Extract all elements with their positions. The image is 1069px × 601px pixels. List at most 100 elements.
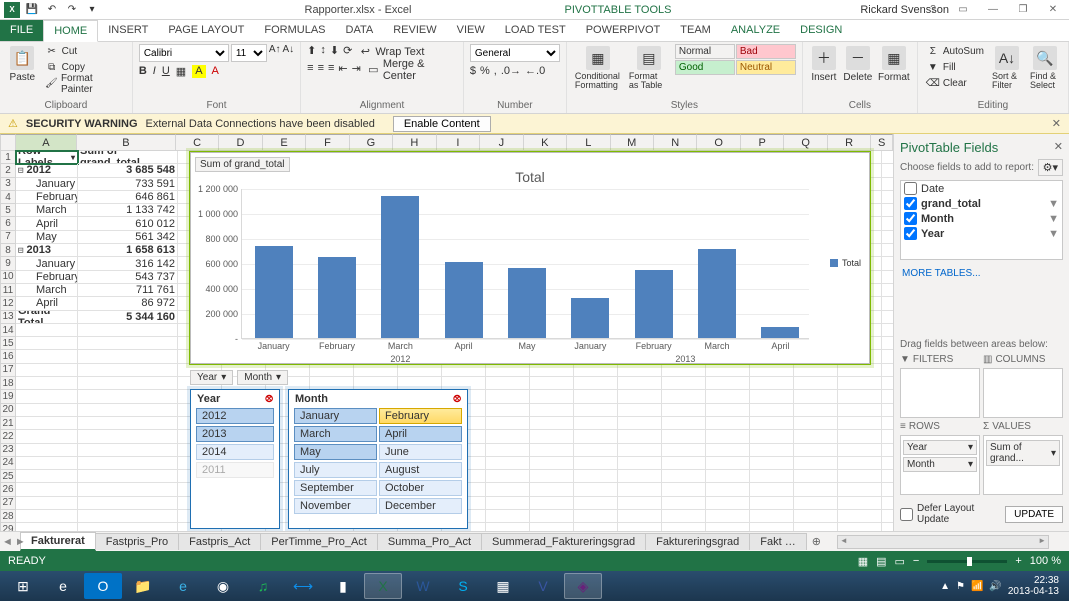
- cell[interactable]: [838, 417, 882, 430]
- sort-filter-button[interactable]: A↓Sort & Filter: [990, 44, 1024, 92]
- row-header[interactable]: 29: [0, 523, 16, 531]
- row-header[interactable]: 23: [0, 444, 16, 457]
- tray-network-icon[interactable]: 📶: [971, 581, 983, 592]
- cell[interactable]: [882, 244, 893, 257]
- cell[interactable]: [838, 404, 882, 417]
- style-bad[interactable]: Bad: [736, 44, 796, 59]
- cell[interactable]: [398, 364, 442, 377]
- cell[interactable]: [78, 457, 178, 470]
- row-header[interactable]: 25: [0, 470, 16, 483]
- cell[interactable]: [78, 510, 178, 523]
- cell[interactable]: [882, 324, 893, 337]
- col-header[interactable]: G: [350, 134, 393, 151]
- cell[interactable]: [662, 390, 706, 403]
- zone-values[interactable]: Sum of grand...▾: [983, 435, 1063, 495]
- cell[interactable]: [486, 404, 530, 417]
- row-header[interactable]: 2: [0, 164, 16, 177]
- sheet-nav-prev-icon[interactable]: ◄: [2, 536, 13, 548]
- cell[interactable]: [794, 444, 838, 457]
- cell[interactable]: [662, 470, 706, 483]
- row-header[interactable]: 16: [0, 350, 16, 363]
- view-break-icon[interactable]: ▭: [895, 555, 905, 568]
- cell[interactable]: [794, 483, 838, 496]
- undo-icon[interactable]: ↶: [44, 2, 60, 18]
- row-header[interactable]: 14: [0, 324, 16, 337]
- cell[interactable]: [574, 377, 618, 390]
- cell[interactable]: [838, 364, 882, 377]
- col-header[interactable]: J: [480, 134, 523, 151]
- cell[interactable]: [882, 430, 893, 443]
- cell[interactable]: Sum of grand_total: [78, 151, 178, 164]
- cell[interactable]: [750, 364, 794, 377]
- cell[interactable]: [618, 497, 662, 510]
- cell[interactable]: [882, 178, 893, 191]
- sheet-tab[interactable]: Summerad_Faktureringsgrad: [481, 533, 646, 550]
- col-header[interactable]: R: [828, 134, 871, 151]
- cell[interactable]: [882, 404, 893, 417]
- row-header[interactable]: 19: [0, 390, 16, 403]
- cell[interactable]: [750, 523, 794, 531]
- cell[interactable]: [794, 523, 838, 531]
- cell[interactable]: [750, 417, 794, 430]
- col-header[interactable]: H: [393, 134, 436, 151]
- cell[interactable]: 646 861: [78, 191, 178, 204]
- cell[interactable]: [838, 483, 882, 496]
- cell[interactable]: [794, 510, 838, 523]
- slicer-item[interactable]: 2011: [196, 462, 274, 478]
- insert-cells-button[interactable]: ＋Insert: [809, 44, 839, 85]
- col-header[interactable]: F: [306, 134, 349, 151]
- ribbon-collapse-icon[interactable]: ▭: [949, 0, 977, 18]
- cell[interactable]: [618, 417, 662, 430]
- cell[interactable]: [706, 404, 750, 417]
- row-header[interactable]: 28: [0, 510, 16, 523]
- zoom-in-icon[interactable]: +: [1015, 555, 1021, 567]
- cell[interactable]: [750, 483, 794, 496]
- zone-tag[interactable]: Year▾: [903, 440, 977, 455]
- cell[interactable]: [882, 257, 893, 270]
- cell[interactable]: [662, 523, 706, 531]
- cell[interactable]: [662, 430, 706, 443]
- cell[interactable]: [574, 497, 618, 510]
- slicer-item[interactable]: May: [294, 444, 377, 460]
- paste-button[interactable]: 📋Paste: [6, 44, 39, 85]
- cell[interactable]: [530, 457, 574, 470]
- cell[interactable]: [662, 377, 706, 390]
- cell[interactable]: [574, 470, 618, 483]
- cell[interactable]: [574, 364, 618, 377]
- currency-icon[interactable]: $: [470, 65, 476, 77]
- fill-button[interactable]: ▼Fill: [924, 60, 986, 75]
- cell[interactable]: [882, 444, 893, 457]
- col-header[interactable]: K: [524, 134, 567, 151]
- sheet-nav-next-icon[interactable]: ►: [15, 536, 26, 548]
- cell[interactable]: [882, 390, 893, 403]
- zone-rows[interactable]: Year▾Month▾: [900, 435, 980, 495]
- row-header[interactable]: 13: [0, 311, 16, 324]
- cell[interactable]: [78, 523, 178, 531]
- chart-value-field-badge[interactable]: Sum of grand_total: [195, 157, 290, 172]
- cell[interactable]: [78, 444, 178, 457]
- taskbar-excel-icon[interactable]: X: [364, 573, 402, 599]
- cell[interactable]: [16, 430, 78, 443]
- field-list-item[interactable]: Month▼: [901, 211, 1062, 226]
- cell[interactable]: 3 685 548: [78, 164, 178, 177]
- cell[interactable]: [750, 444, 794, 457]
- cell[interactable]: [662, 444, 706, 457]
- cell[interactable]: [16, 350, 78, 363]
- taskbar-word-icon[interactable]: W: [404, 573, 442, 599]
- col-header[interactable]: N: [654, 134, 697, 151]
- cell[interactable]: 543 737: [78, 271, 178, 284]
- cell[interactable]: [16, 364, 78, 377]
- orientation-icon[interactable]: ⟳: [343, 44, 352, 59]
- cell[interactable]: [486, 483, 530, 496]
- cell[interactable]: [662, 483, 706, 496]
- cell[interactable]: [530, 444, 574, 457]
- zoom-slider[interactable]: [927, 560, 1007, 563]
- cell[interactable]: Grand Total: [16, 311, 78, 324]
- row-header[interactable]: 6: [0, 217, 16, 230]
- cell[interactable]: [706, 457, 750, 470]
- row-header[interactable]: 26: [0, 483, 16, 496]
- cell[interactable]: [16, 324, 78, 337]
- cell[interactable]: [618, 364, 662, 377]
- view-layout-icon[interactable]: ▤: [876, 555, 886, 568]
- cell[interactable]: [794, 404, 838, 417]
